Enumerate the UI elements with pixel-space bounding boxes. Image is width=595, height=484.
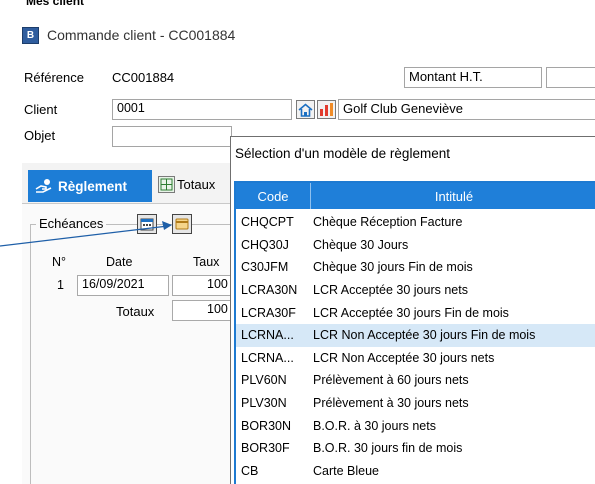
list-item[interactable]: LCRA30N LCR Acceptée 30 jours nets — [236, 279, 595, 302]
list-item[interactable]: CB Carte Bleue — [236, 460, 595, 483]
row-code: LCRNA... — [241, 350, 294, 365]
row-intitule: Prélèvement à 60 jours nets — [313, 373, 469, 388]
tab-reglement-label: Règlement — [58, 178, 128, 194]
col-date: Date — [106, 255, 133, 269]
row-intitule: Chèque 30 Jours — [313, 237, 409, 252]
tab-reglement[interactable]: Règlement — [28, 170, 152, 202]
row-code: LCRNA... — [241, 328, 294, 343]
row-intitule: Carte Bleue — [313, 463, 380, 478]
row-code: C30JFM — [241, 260, 289, 275]
row-code: LCRA30F — [241, 305, 296, 320]
grid-header: Code Intitulé — [236, 183, 595, 209]
row-intitule: B.O.R. 30 jours fin de mois — [313, 441, 463, 456]
list-item[interactable]: CHQ30J Chèque 30 Jours — [236, 234, 595, 257]
payment-model-button[interactable] — [172, 214, 192, 234]
payment-model-grid: Code Intitulé CHQCPT Chèque Réception Fac… — [234, 181, 595, 484]
col-taux: Taux — [193, 255, 220, 269]
row-intitule: LCR Acceptée 30 jours nets — [313, 283, 468, 298]
row-code: CB — [241, 463, 259, 478]
list-item[interactable]: BOR30N B.O.R. à 30 jours nets — [236, 414, 595, 437]
row-intitule: LCR Non Acceptée 30 jours nets — [313, 350, 495, 365]
list-item[interactable]: PLV30N Prélèvement à 30 jours nets — [236, 392, 595, 415]
row-code: BOR30N — [241, 418, 292, 433]
client-code-input[interactable]: 0001 — [112, 99, 292, 120]
list-item[interactable]: PLV60N Prélèvement à 60 jours nets — [236, 369, 595, 392]
row-code: CHQ30J — [241, 237, 289, 252]
montant-label: Montant H.T. — [404, 67, 542, 88]
list-item[interactable]: BOR30F B.O.R. 30 jours fin de mois — [236, 437, 595, 460]
objet-label: Objet — [24, 128, 56, 143]
background-window-label: Mes client — [26, 0, 85, 8]
totals-label: Totaux — [116, 304, 155, 319]
montant-field[interactable] — [546, 67, 595, 88]
reference-value: CC001884 — [112, 70, 175, 85]
header-intitule[interactable]: Intitulé — [311, 183, 595, 209]
tab-totaux-label: Totaux — [177, 177, 216, 192]
col-num: N° — [52, 255, 67, 269]
echeance-date-cell[interactable]: 16/09/2021 — [77, 275, 169, 296]
tab-totaux[interactable]: Totaux — [158, 176, 215, 193]
row-intitule: LCR Non Acceptée 30 jours Fin de mois — [313, 328, 536, 343]
row-intitule: Chèque 30 jours Fin de mois — [313, 260, 473, 275]
row-intitule: Chèque Réception Facture — [313, 215, 463, 230]
row-code: CHQCPT — [241, 215, 294, 230]
row-intitule: B.O.R. à 30 jours nets — [313, 418, 436, 433]
echeance-taux-cell[interactable]: 100 — [172, 275, 237, 296]
app-icon: B — [22, 26, 39, 44]
row-code: LCRA30N — [241, 283, 298, 298]
totals-value: 100 — [172, 300, 237, 321]
window-title: Commande client - CC001884 — [47, 27, 236, 43]
row-code: BOR30F — [241, 441, 290, 456]
echeance-num: 1 — [57, 278, 64, 292]
header-code[interactable]: Code — [236, 183, 311, 209]
row-intitule: Prélèvement à 30 jours nets — [313, 396, 469, 411]
stats-icon[interactable] — [317, 100, 336, 119]
home-icon[interactable] — [296, 100, 315, 119]
client-label: Client — [24, 102, 58, 117]
list-item[interactable]: C30JFM Chèque 30 jours Fin de mois — [236, 256, 595, 279]
order-window: Mes client B Commande client - CC001884 … — [0, 0, 595, 484]
list-item[interactable]: LCRA30F LCR Acceptée 30 jours Fin de mois — [236, 301, 595, 324]
reference-label: Référence — [24, 70, 84, 85]
hand-money-icon — [35, 179, 52, 193]
row-code: PLV60N — [241, 373, 287, 388]
title-bar: B Commande client - CC001884 — [22, 20, 595, 50]
objet-input[interactable] — [112, 126, 232, 147]
list-item[interactable]: LCRNA... LCR Non Acceptée 30 jours nets — [236, 347, 595, 370]
popup-title: Sélection d'un modèle de règlement — [235, 146, 450, 161]
calculator-icon — [158, 176, 175, 193]
row-code: PLV30N — [241, 396, 287, 411]
row-intitule: LCR Acceptée 30 jours Fin de mois — [313, 305, 509, 320]
list-item[interactable]: CHQCPT Chèque Réception Facture — [236, 211, 595, 234]
echeances-label: Echéances — [36, 216, 107, 231]
calendar-icon[interactable] — [137, 214, 157, 234]
client-name-field[interactable]: Golf Club Geneviève — [338, 99, 595, 120]
list-item[interactable]: LCRNA... LCR Non Acceptée 30 jours Fin de… — [236, 324, 595, 347]
